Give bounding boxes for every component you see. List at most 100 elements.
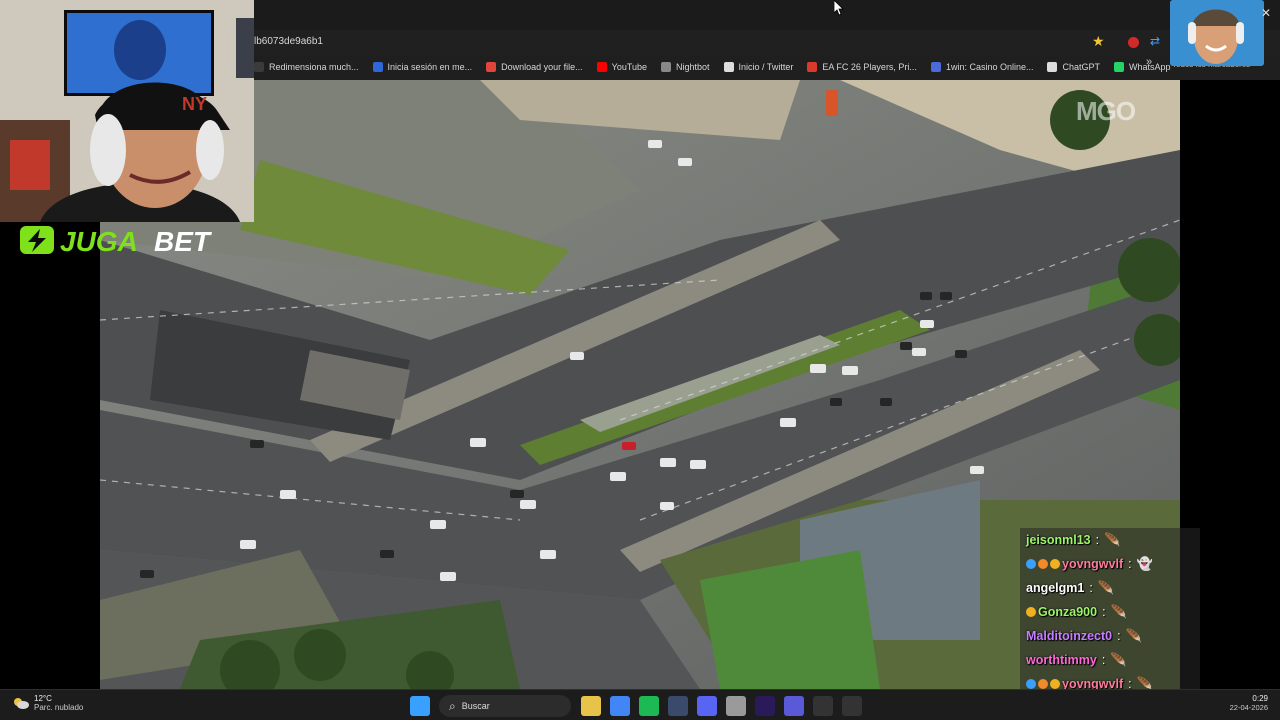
premiere-icon[interactable] xyxy=(755,696,775,716)
chat-separator: : xyxy=(1101,653,1106,667)
ghost-icon: 👻 xyxy=(1136,556,1153,571)
taskbar-search[interactable]: ⌕ Buscar xyxy=(439,695,571,717)
clock-time: 0:29 xyxy=(1252,694,1268,703)
sponsor-text-juga: JUGA xyxy=(60,226,138,256)
chat-separator: : xyxy=(1117,629,1121,643)
windows-start-icon[interactable] xyxy=(410,696,430,716)
translate-extension-icon[interactable]: ⇄ xyxy=(1150,34,1160,48)
chat-separator: : xyxy=(1089,581,1093,595)
sponsor-logo: JUGA BET xyxy=(20,224,220,257)
extension-icon[interactable] xyxy=(1128,37,1139,48)
app-icon[interactable] xyxy=(668,696,688,716)
chat-badge-icon xyxy=(1038,559,1048,569)
chat-badge-icon xyxy=(1050,679,1060,689)
bookmark-item[interactable]: Redimensiona much... xyxy=(254,62,359,72)
search-icon: ⌕ xyxy=(449,698,456,713)
taskbar: 12°C Parc. nublado ⌕ Buscar 0:29 22-04-20… xyxy=(0,689,1280,720)
bookmark-item[interactable]: WhatsApp xyxy=(1114,62,1171,72)
youtube-icon xyxy=(596,62,607,72)
more-bookmarks-icon[interactable]: » xyxy=(1146,56,1152,68)
taskbar-apps: ⌕ Buscar xyxy=(410,695,871,717)
chat-badge-icon xyxy=(1026,559,1036,569)
bookmark-label: ChatGPT xyxy=(1062,62,1100,72)
nightbot-icon xyxy=(661,62,672,72)
chat-separator: : xyxy=(1102,605,1106,619)
futbin-icon xyxy=(807,62,818,72)
login-icon xyxy=(372,62,383,72)
settings-icon[interactable] xyxy=(726,696,746,716)
search-placeholder: Buscar xyxy=(461,701,490,711)
tab-strip[interactable] xyxy=(254,0,1280,30)
feather-icon: 🪶 xyxy=(1110,652,1127,667)
chat-message: Gonza900: 🪶 xyxy=(1020,600,1200,624)
partly-cloudy-icon xyxy=(14,698,29,709)
bookmark-label: Redimensiona much... xyxy=(269,62,359,72)
bookmark-item[interactable]: Nightbot xyxy=(661,62,710,72)
mouse-cursor-icon xyxy=(834,0,844,16)
weather-widget[interactable]: 12°C Parc. nublado xyxy=(12,694,83,712)
weather-temperature: 12°C xyxy=(34,694,52,703)
arc-icon[interactable] xyxy=(784,696,804,716)
chat-message: jeisonml13: 🪶 xyxy=(1020,528,1200,552)
sponsor-text-bet: BET xyxy=(154,226,213,256)
chat-username: yovngwvlf xyxy=(1062,557,1124,571)
screen: lb6073de9a6b1 ★ ⇄ Redimensiona much... In… xyxy=(0,0,1280,720)
bookmark-item[interactable]: Inicia sesión en me... xyxy=(372,62,472,72)
chat-badge-icon xyxy=(1026,607,1036,617)
url-text[interactable]: lb6073de9a6b1 xyxy=(254,36,323,47)
address-bar[interactable]: lb6073de9a6b1 ★ ⇄ xyxy=(254,30,1280,56)
feather-icon: 🪶 xyxy=(1104,532,1121,547)
spotify-icon[interactable] xyxy=(639,696,659,716)
download-icon xyxy=(486,62,497,72)
browser-window: lb6073de9a6b1 ★ ⇄ Redimensiona much... In… xyxy=(254,0,1280,80)
streamer-webcam: NY xyxy=(0,0,254,222)
close-icon[interactable]: ✕ xyxy=(1261,6,1271,20)
chat-badge-icon xyxy=(1050,559,1060,569)
chat-message: yovngwvlf: 👻 xyxy=(1020,552,1200,576)
discord-icon[interactable] xyxy=(697,696,717,716)
svg-text:NY: NY xyxy=(182,94,207,114)
feather-icon: 🪶 xyxy=(1097,580,1115,595)
weather-description: Parc. nublado xyxy=(34,703,84,712)
chat-username: angelgm1 xyxy=(1026,581,1085,595)
chat-message: worthtimmy: 🪶 xyxy=(1020,648,1200,672)
bookmark-label: 1win: Casino Online... xyxy=(945,62,1034,72)
chat-username: worthtimmy xyxy=(1026,653,1097,667)
bookmark-item[interactable]: Inicio / Twitter xyxy=(723,62,794,72)
feather-icon: 🪶 xyxy=(1125,628,1142,643)
bookmark-item[interactable]: EA FC 26 Players, Pri... xyxy=(807,62,917,72)
chat-badge-icon xyxy=(1026,679,1036,689)
whatsapp-icon xyxy=(1114,62,1124,72)
chat-message: angelgm1: 🪶 xyxy=(1020,576,1200,600)
bookmark-item[interactable]: Download your file... xyxy=(486,62,583,72)
1win-icon xyxy=(930,62,941,72)
feather-icon: 🪶 xyxy=(1110,604,1127,619)
resize-icon xyxy=(254,62,264,72)
chat-username: Malditoinzect0 xyxy=(1026,629,1113,643)
chatgpt-icon xyxy=(1047,62,1058,72)
bookmark-item[interactable]: ChatGPT xyxy=(1047,62,1100,72)
bookmark-label: EA FC 26 Players, Pri... xyxy=(822,62,917,72)
capcut-icon[interactable] xyxy=(813,696,833,716)
chrome-icon[interactable] xyxy=(610,696,630,716)
channel-logo: MGO xyxy=(1076,96,1136,126)
chat-separator: : xyxy=(1128,557,1132,571)
chat-badge-icon xyxy=(1038,679,1048,689)
bookmarks-bar: Redimensiona much... Inicia sesión en me.… xyxy=(254,56,1280,78)
system-clock[interactable]: 0:29 22-04-2026 xyxy=(1212,694,1268,712)
secondary-webcam xyxy=(1170,0,1264,66)
capcut-icon-2[interactable] xyxy=(842,696,862,716)
bookmark-label: Download your file... xyxy=(501,62,583,72)
stream-video[interactable] xyxy=(100,80,1180,689)
bookmark-item[interactable]: YouTube xyxy=(596,62,648,72)
bookmark-label: YouTube xyxy=(611,62,648,72)
chat-message: Malditoinzect0: 🪶 xyxy=(1020,624,1200,648)
file-explorer-icon[interactable] xyxy=(581,696,601,716)
chat-separator: : xyxy=(1095,533,1100,547)
bookmark-item[interactable]: 1win: Casino Online... xyxy=(930,62,1034,72)
bookmark-label: Inicio / Twitter xyxy=(738,62,794,72)
aerial-interchange-image xyxy=(100,80,1180,689)
clock-date: 22-04-2026 xyxy=(1229,703,1268,712)
bookmark-star-icon[interactable]: ★ xyxy=(1092,33,1105,50)
chat-username: Gonza900 xyxy=(1038,605,1098,619)
